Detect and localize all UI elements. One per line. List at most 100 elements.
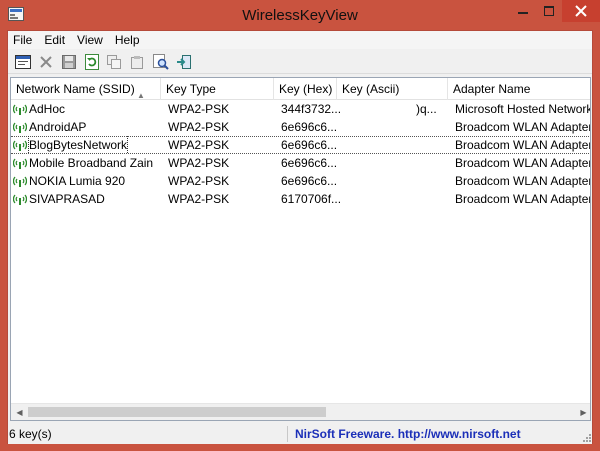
key-type-cell: WPA2-PSK: [168, 102, 230, 116]
maximize-button[interactable]: [536, 0, 562, 22]
scrollbar-thumb[interactable]: [28, 407, 326, 417]
adapter-cell: Microsoft Hosted Network V: [455, 102, 591, 116]
ssid-cell: BlogBytesNetwork: [13, 136, 161, 154]
refresh-icon: [84, 53, 99, 70]
key-ascii-cell: )q...: [416, 102, 437, 116]
html-report-button[interactable]: [12, 52, 33, 72]
minimize-icon: [518, 12, 528, 14]
column-header-adapter-label: Adapter Name: [453, 82, 531, 96]
ssid-text: NOKIA Lumia 920: [29, 174, 126, 188]
list-header: Network Name (SSID) ▲ Key Type Key (Hex)…: [11, 78, 590, 100]
key-type-cell: WPA2-PSK: [168, 192, 230, 206]
column-header-ssid-label: Network Name (SSID): [16, 82, 135, 96]
ssid-text: AdHoc: [29, 102, 66, 116]
maximize-icon: [544, 6, 554, 16]
ssid-text: SIVAPRASAD: [29, 192, 105, 206]
key-ascii-cell: [416, 190, 450, 208]
adapter-cell: Broadcom WLAN Adapter: [455, 156, 591, 170]
save-button[interactable]: [58, 52, 79, 72]
client-area: File Edit View Help Network Name (SSID) …: [7, 30, 593, 444]
key-ascii-cell: [416, 118, 450, 136]
menu-help[interactable]: Help: [109, 31, 146, 49]
ssid-cell: AndroidAP: [13, 118, 161, 136]
refresh-button[interactable]: [81, 52, 102, 72]
copy-key-button[interactable]: [127, 52, 148, 72]
adapter-cell: Broadcom WLAN Adapter: [455, 174, 591, 188]
column-header-key-hex-label: Key (Hex): [279, 82, 333, 96]
table-row[interactable]: SIVAPRASAD WPA2-PSK 6170706f... Broadcom…: [11, 190, 591, 208]
column-header-key-ascii[interactable]: Key (Ascii): [337, 78, 448, 100]
ssid-text: Mobile Broadband Zain: [29, 156, 154, 170]
clipboard-icon: [131, 55, 143, 69]
key-hex-cell: 344f3732...: [281, 102, 341, 116]
ssid-text: BlogBytesNetwork: [27, 136, 129, 154]
find-button[interactable]: [150, 52, 171, 72]
copy-button[interactable]: [104, 52, 125, 72]
exit-door-icon: [176, 54, 191, 69]
close-button[interactable]: [562, 0, 600, 22]
key-ascii-cell: [416, 154, 450, 172]
ssid-cell: Mobile Broadband Zain: [13, 154, 161, 172]
column-header-key-type[interactable]: Key Type: [161, 78, 274, 100]
wifi-signal-icon: [13, 158, 27, 169]
report-icon: [14, 54, 31, 69]
adapter-cell: Broadcom WLAN Adapter: [455, 120, 591, 134]
key-type-cell: WPA2-PSK: [168, 156, 230, 170]
key-hex-cell: 6e696c6...: [281, 138, 338, 152]
key-ascii-cell: [416, 136, 450, 154]
delete-x-icon: [39, 55, 52, 68]
ssid-cell: AdHoc: [13, 100, 161, 118]
minimize-button[interactable]: [510, 0, 536, 22]
table-row[interactable]: AndroidAP WPA2-PSK 6e696c6... Broadcom W…: [11, 118, 591, 136]
table-row-focused[interactable]: BlogBytesNetwork WPA2-PSK 6e696c6... Bro…: [11, 136, 591, 154]
key-type-cell: WPA2-PSK: [168, 174, 230, 188]
table-row[interactable]: AdHoc WPA2-PSK 344f3732... )q... Microso…: [11, 100, 591, 118]
nirsoft-link[interactable]: NirSoft Freeware. http://www.nirsoft.net: [295, 426, 521, 442]
status-bar: 6 key(s) NirSoft Freeware. http://www.ni…: [8, 423, 592, 444]
close-icon: [575, 5, 587, 17]
find-magnifier-icon: [152, 53, 169, 70]
scroll-left-button[interactable]: ◀: [11, 404, 28, 420]
wifi-signal-icon: [13, 104, 27, 115]
key-count-status: 6 key(s): [8, 426, 288, 442]
wifi-signal-icon: [13, 194, 27, 205]
key-hex-cell: 6e696c6...: [281, 174, 338, 188]
menu-edit[interactable]: Edit: [38, 31, 71, 49]
key-ascii-cell: [416, 172, 450, 190]
toolbar: [8, 50, 592, 74]
key-hex-cell: 6e696c6...: [281, 156, 338, 170]
menu-view[interactable]: View: [71, 31, 109, 49]
wifi-signal-icon: [13, 122, 27, 133]
sort-arrow-icon: ▲: [137, 91, 145, 100]
adapter-cell: Broadcom WLAN Adapter: [455, 192, 591, 206]
save-disk-icon: [61, 54, 76, 69]
column-header-key-type-label: Key Type: [166, 82, 216, 96]
menu-bar: File Edit View Help: [8, 31, 592, 49]
resize-grip-icon[interactable]: [581, 432, 591, 442]
wifi-signal-icon: [13, 140, 27, 151]
table-row[interactable]: NOKIA Lumia 920 WPA2-PSK 6e696c6... Broa…: [11, 172, 591, 190]
column-header-key-hex[interactable]: Key (Hex): [274, 78, 337, 100]
column-header-ssid[interactable]: Network Name (SSID) ▲: [11, 78, 161, 100]
key-type-cell: WPA2-PSK: [168, 120, 230, 134]
menu-file[interactable]: File: [8, 31, 38, 49]
scroll-right-button[interactable]: ▶: [575, 404, 590, 420]
app-window: WirelessKeyView File Edit View Help Netw…: [0, 0, 600, 451]
horizontal-scrollbar[interactable]: ◀ ▶: [11, 403, 590, 420]
keys-list[interactable]: Network Name (SSID) ▲ Key Type Key (Hex)…: [10, 77, 591, 421]
list-rows: AdHoc WPA2-PSK 344f3732... )q... Microso…: [11, 100, 591, 208]
ssid-cell: NOKIA Lumia 920: [13, 172, 161, 190]
exit-button[interactable]: [173, 52, 194, 72]
table-row[interactable]: Mobile Broadband Zain WPA2-PSK 6e696c6..…: [11, 154, 591, 172]
copy-icon: [107, 54, 121, 69]
wifi-signal-icon: [13, 176, 27, 187]
ssid-text: AndroidAP: [29, 120, 87, 134]
column-header-key-ascii-label: Key (Ascii): [342, 82, 400, 96]
key-type-cell: WPA2-PSK: [168, 138, 230, 152]
title-bar[interactable]: WirelessKeyView: [0, 0, 600, 30]
key-hex-cell: 6e696c6...: [281, 120, 338, 134]
ssid-cell: SIVAPRASAD: [13, 190, 161, 208]
column-header-adapter[interactable]: Adapter Name: [448, 78, 590, 100]
delete-button[interactable]: [35, 52, 56, 72]
adapter-cell: Broadcom WLAN Adapter: [455, 138, 591, 152]
